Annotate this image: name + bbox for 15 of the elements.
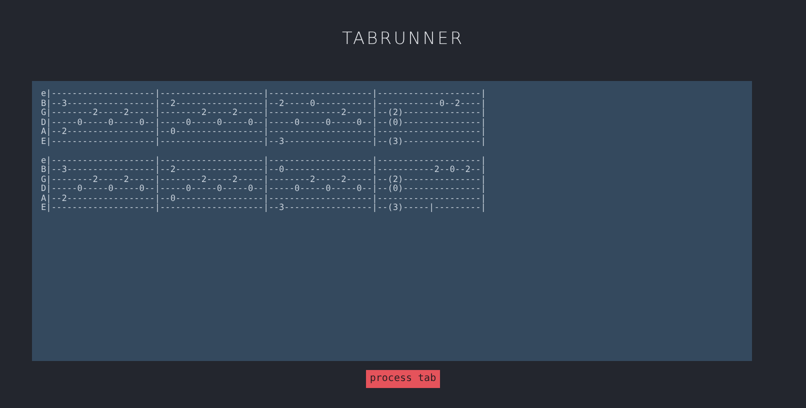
logo: TABRUNNER <box>342 28 464 50</box>
tab-line: B|--3-----------------|--2-----------------|--2-----0-----------|------------0--2----| <box>41 100 487 108</box>
tab-line: D|-----0-----0-----0--|-----0-----0-----0--|-----0-----0-----0--|--(0)---------------| <box>41 185 487 194</box>
tab-line: E|--------------------|--------------------|--3-----------------|--(3)-----|---------| <box>41 204 487 214</box>
tab-line: E|--------------------|--------------------|--3-----------------|--(3)---------------| <box>41 138 487 147</box>
tab-line: B|--3-----------------|--2-----------------|--0-----------------|-----------2--0--2--| <box>41 166 487 175</box>
tab-line: e|--------------------|--------------------|--------------------|--------------------| <box>41 90 487 99</box>
tab-line: e|--------------------|--------------------|--------------------|--------------------| <box>41 156 487 166</box>
tab-line: G|--------2-----2-----|--------2-----2-----|--------------2-----|--(2)---------------| <box>41 109 487 118</box>
tab-editor[interactable] <box>32 81 752 361</box>
tab-line: A|--2-----------------|--0-----------------|--------------------|--------------------| <box>41 194 487 204</box>
tab-line: G|--------2-----2-----|--------2-----2-----|--------2-----2-----|--(2)---------------| <box>41 176 487 184</box>
process-tab-button[interactable]: process tab <box>366 370 440 388</box>
tab-line: D|-----0-----0-----0--|-----0-----0-----0--|-----0-----0-----0--|--(0)---------------| <box>41 118 487 128</box>
tab-line: A|--2-----------------|--0-----------------|--------------------|--------------------| <box>41 128 487 137</box>
